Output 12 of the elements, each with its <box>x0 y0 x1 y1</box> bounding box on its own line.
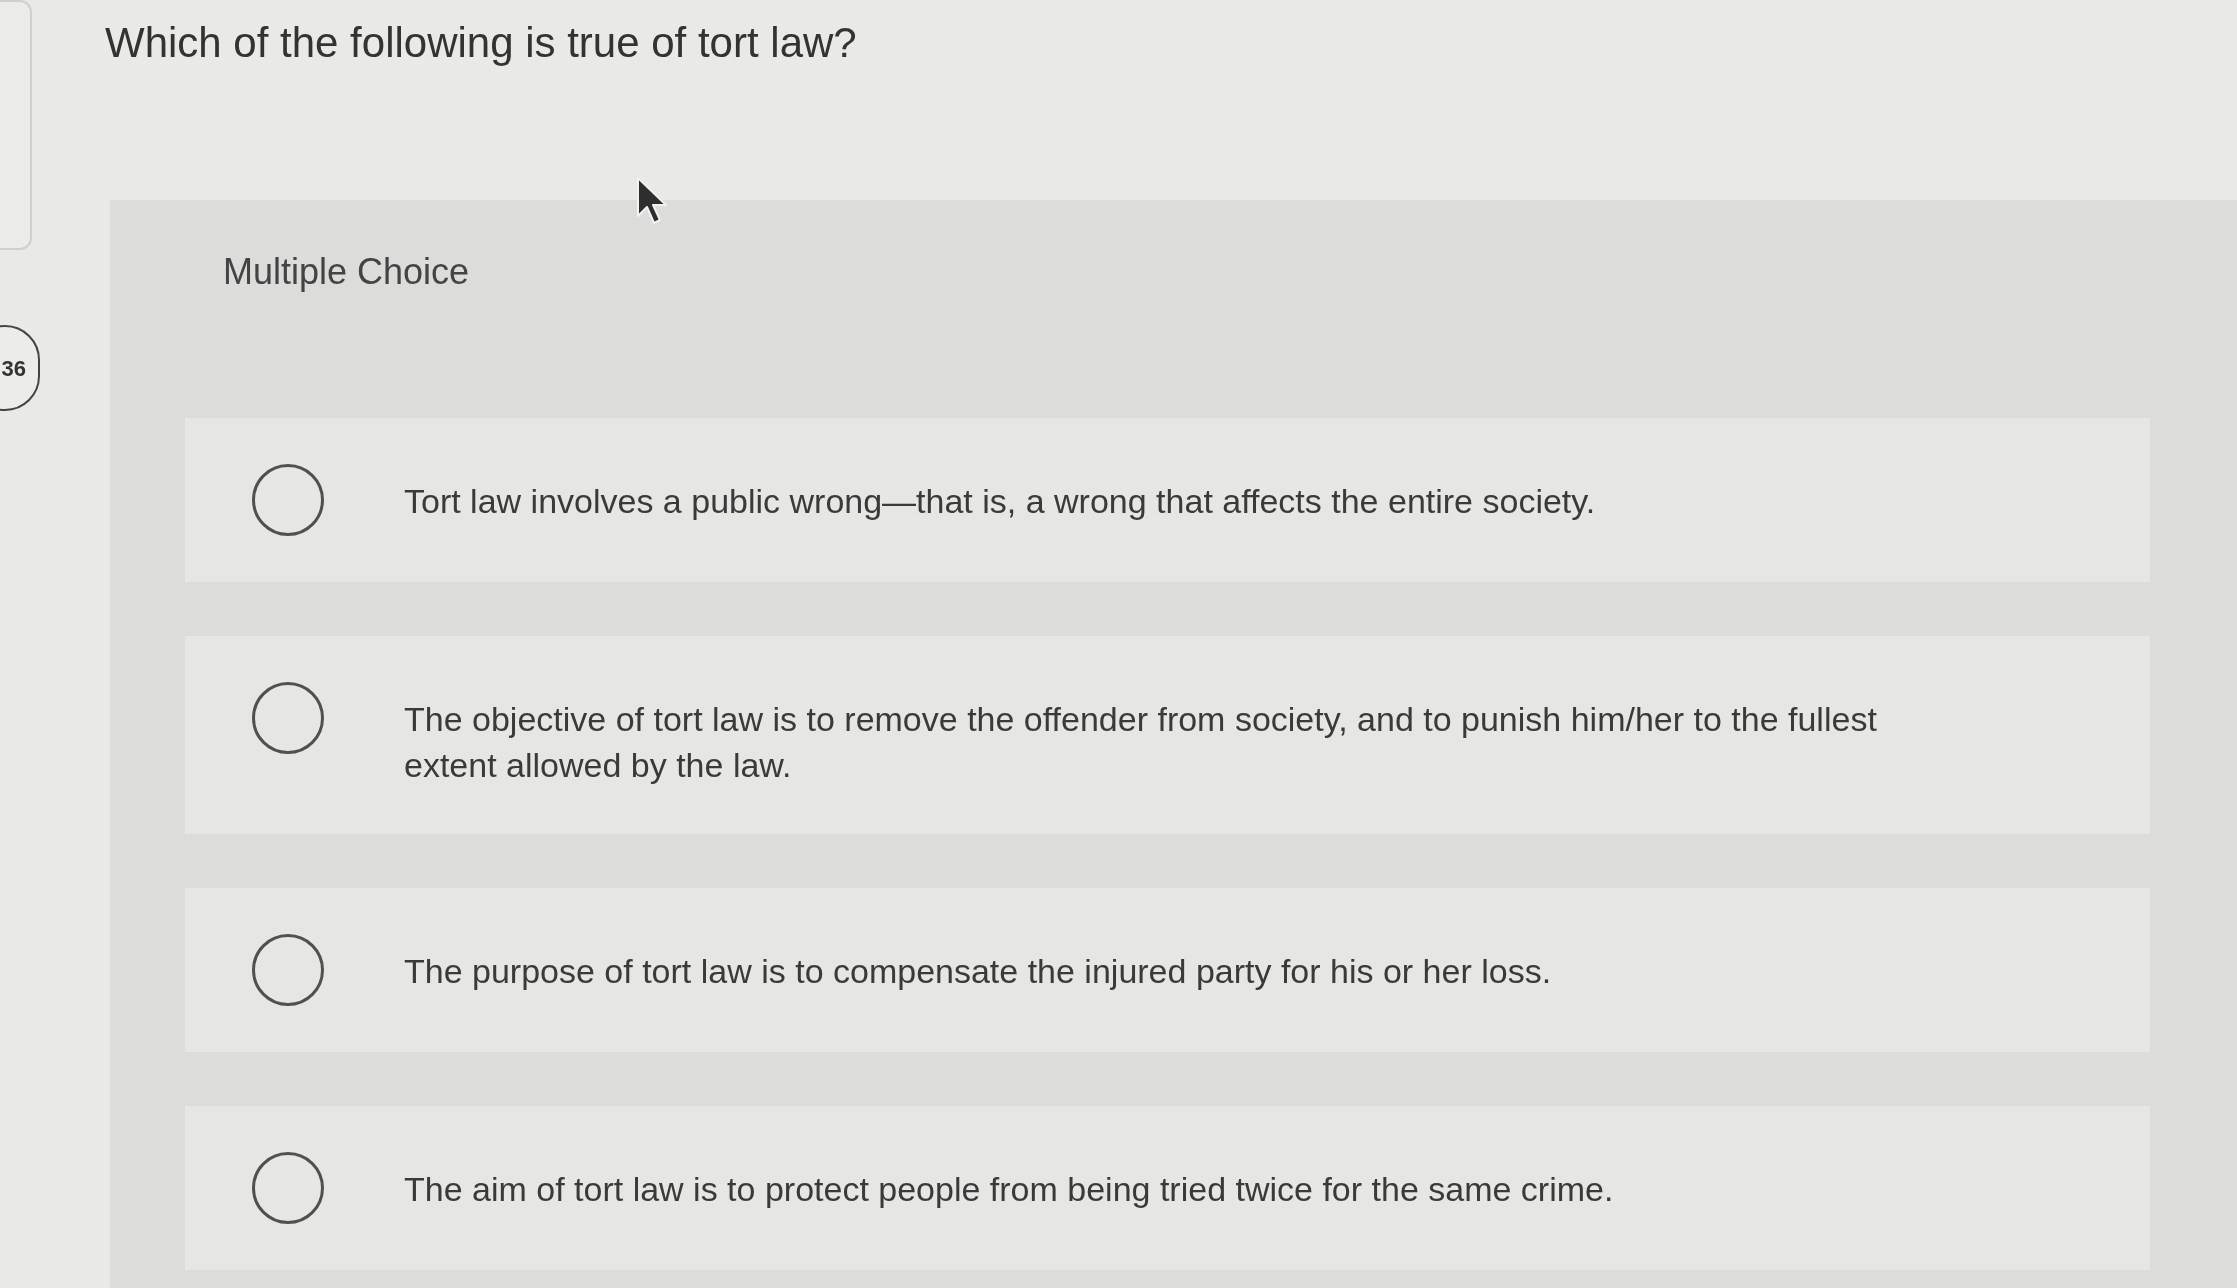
question-text: Which of the following is true of tort law? <box>105 18 857 68</box>
question-number: 36 <box>0 325 40 411</box>
cursor-icon <box>636 176 670 226</box>
option-text: The purpose of tort law is to compensate the injured party for his or her loss. <box>404 951 1552 992</box>
radio-button[interactable] <box>252 934 324 1006</box>
option-text: Tort law involves a public wrong—that is, a wrong that affects the entire society. <box>404 481 1596 522</box>
option-text: The objective of tort law is to remove the offender from society, and to punish him/her to the fullest extent allowed by the law. <box>404 699 1878 786</box>
option-text: The aim of tort law is to protect people from being tried twice for the same crime. <box>404 1169 1614 1210</box>
radio-button[interactable] <box>252 464 324 536</box>
question-type-label: Multiple Choice <box>223 250 470 294</box>
radio-button[interactable] <box>252 1152 324 1224</box>
radio-button[interactable] <box>252 682 324 754</box>
